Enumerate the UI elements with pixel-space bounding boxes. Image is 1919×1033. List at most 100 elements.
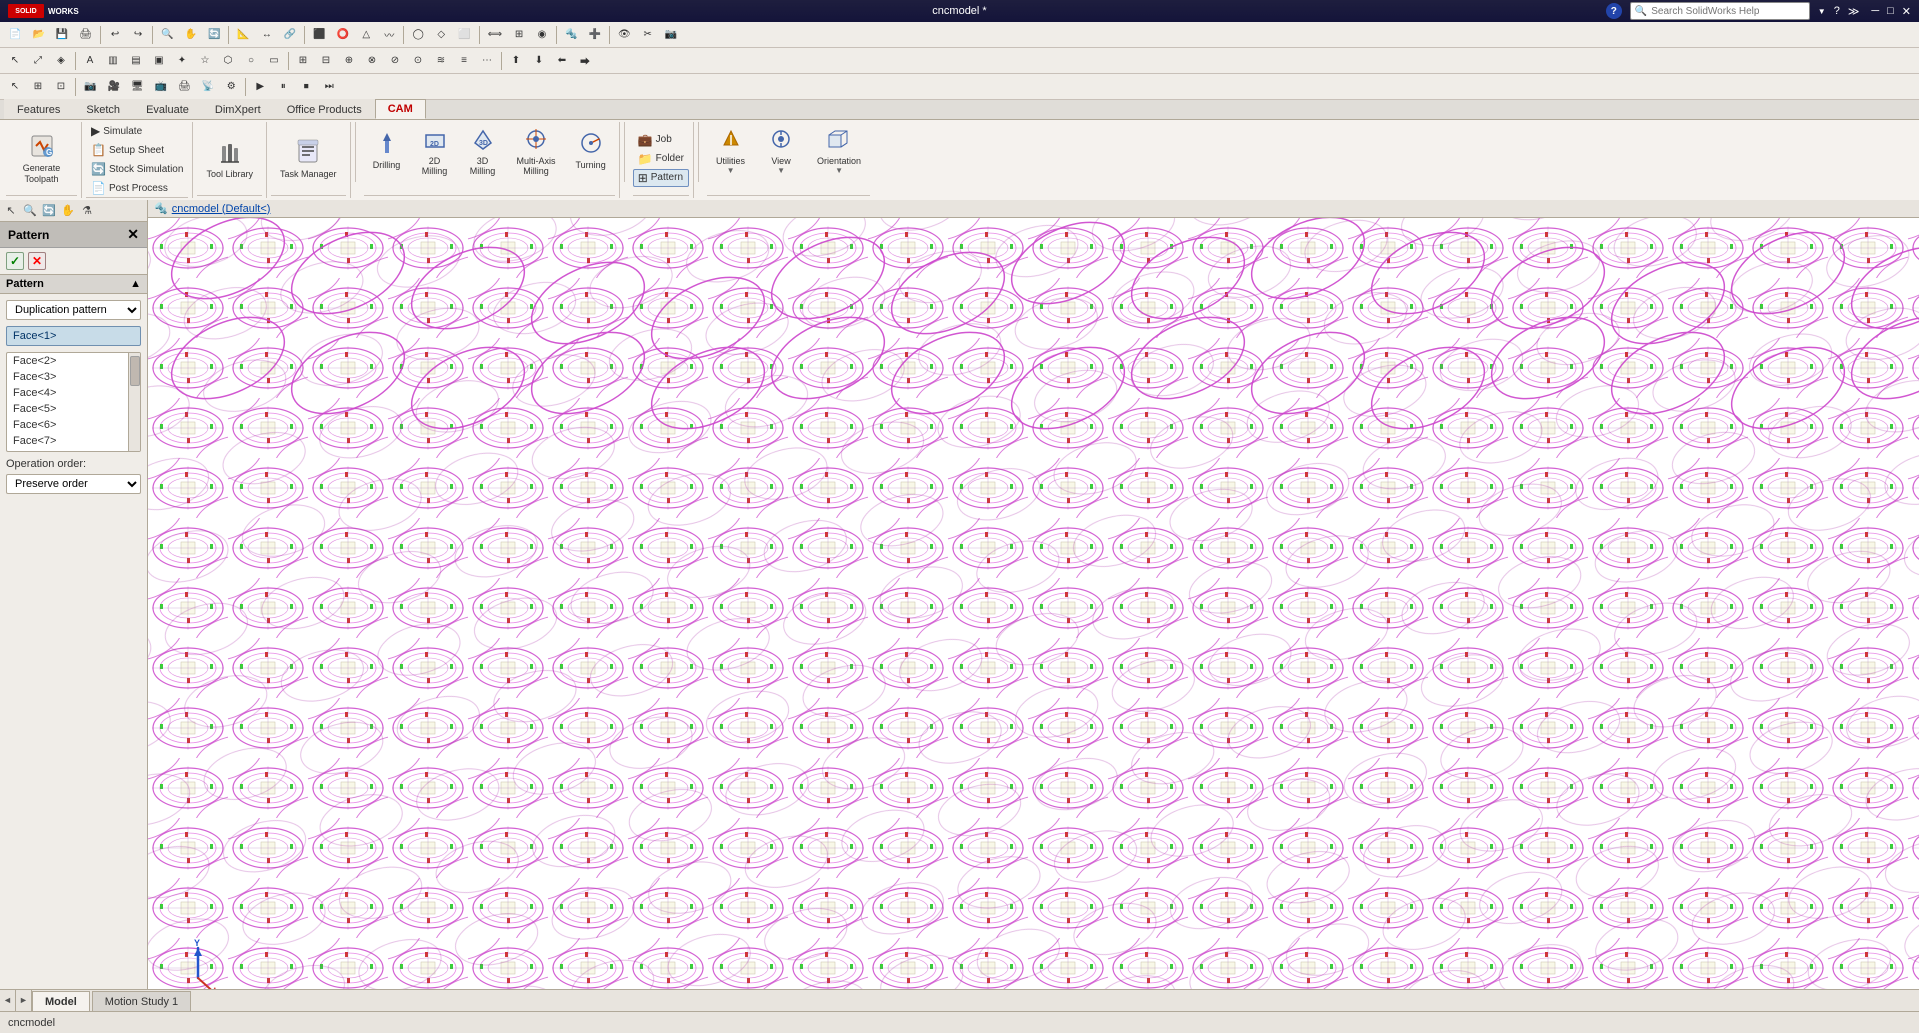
r2-btn3[interactable]: ▤ [125,50,147,72]
open-btn[interactable]: 📂 [27,24,49,46]
view3d-btn[interactable]: ◈ [50,50,72,72]
pan-btn[interactable]: ✋ [180,24,202,46]
face-list-item-6[interactable]: Face<6> [7,417,128,433]
operation-order-dropdown[interactable]: Preserve order Optimize order [6,474,141,494]
r2-btn18[interactable]: ⋯ [476,50,498,72]
r3-btn8[interactable]: 🖨 [173,76,196,98]
simulate-btn[interactable]: ▶ Simulate [86,122,188,140]
milling-3d-btn[interactable]: 3D 3DMilling [460,122,506,179]
circular-pattern-btn[interactable]: ◉ [531,24,553,46]
viewport-canvas[interactable]: Y X [148,218,1919,1011]
new-btn[interactable]: 📄 [4,24,26,46]
face-list-scrollbar[interactable] [128,353,140,451]
r2-btn8[interactable]: ○ [240,50,262,72]
r2-btn2[interactable]: ▥ [102,50,124,72]
rotate-btn[interactable]: 🔄 [203,24,225,46]
print-btn[interactable]: 🖨 [74,24,97,46]
cancel-btn[interactable]: ✕ [28,252,46,270]
r3-btn11[interactable]: ▶ [249,76,271,98]
pattern-btn[interactable]: ⊞ Pattern [633,169,689,187]
face-list-item-3[interactable]: Face<3> [7,369,128,385]
scroll-left-arrow[interactable]: ◄ [0,989,16,1011]
r2-btn12[interactable]: ⊕ [338,50,360,72]
r2-btn19[interactable]: ⬆ [505,50,527,72]
cam-tree-path[interactable]: cncmodel (Default<) [172,203,271,215]
r2-btn15[interactable]: ⊙ [407,50,429,72]
smart-dim-btn[interactable]: ↔ [256,24,278,46]
tab-motion-study[interactable]: Motion Study 1 [92,991,191,1011]
panel-rotate-btn[interactable]: 🔄 [40,202,58,220]
zoom-fit-btn[interactable]: ⤢ [27,50,49,72]
extrude-btn[interactable]: ⬛ [308,24,330,46]
shell-btn[interactable]: ⬜ [453,24,475,46]
tab-evaluate[interactable]: Evaluate [133,99,202,119]
r2-btn1[interactable]: A [79,50,101,72]
utilities-btn[interactable]: Utilities ▼ [707,122,754,178]
r2-btn14[interactable]: ⊘ [384,50,406,72]
scrollbar-thumb[interactable] [130,356,140,386]
tab-office-products[interactable]: Office Products [274,99,375,119]
drilling-btn[interactable]: Drilling [364,122,410,176]
zoom-btn[interactable]: 🔍 [156,24,178,46]
r2-btn16[interactable]: ≋ [430,50,452,72]
minimize-btn[interactable]: ─ [1871,5,1879,17]
display-btn[interactable]: 👁 [613,24,636,46]
undo-btn[interactable]: ↩ [104,24,126,46]
r3-btn13[interactable]: ⏹ [295,76,317,98]
r2-btn9[interactable]: ▭ [263,50,285,72]
milling-2d-btn[interactable]: 2D 2DMilling [412,122,458,179]
assembly-btn[interactable]: 🔩 [560,24,582,46]
tab-model[interactable]: Model [32,991,90,1011]
ok-btn[interactable]: ✓ [6,252,24,270]
post-process-btn[interactable]: 📄 Post Process [86,179,188,197]
tab-features[interactable]: Features [4,99,73,119]
pattern-type-dropdown[interactable]: Duplication pattern Mirror Grid Circular [6,300,141,320]
search-dropdown-icon[interactable]: ▼ [1818,7,1826,16]
panel-pointer-btn[interactable]: ↖ [2,202,20,220]
search-input[interactable] [1651,6,1805,17]
insert-comp-btn[interactable]: ➕ [583,24,605,46]
question-icon[interactable]: ? [1834,5,1840,17]
loft-btn[interactable]: △ [355,24,377,46]
orientation-btn[interactable]: Orientation ▼ [808,122,870,178]
r3-btn14[interactable]: ⏭ [318,76,340,98]
turning-btn[interactable]: Turning [567,122,615,176]
mirror-btn[interactable]: ⟺ [483,24,507,46]
multi-axis-btn[interactable]: Multi-AxisMilling [508,122,565,179]
save-btn[interactable]: 💾 [51,24,73,46]
section-view-btn[interactable]: ✂ [637,24,659,46]
r3-btn10[interactable]: ⚙ [220,76,242,98]
tab-dimxpert[interactable]: DimXpert [202,99,274,119]
r3-btn5[interactable]: 🎥 [102,76,124,98]
r3-btn2[interactable]: ⊞ [27,76,49,98]
tool-library-btn[interactable]: Tool Library [197,132,262,186]
redo-btn[interactable]: ↪ [127,24,149,46]
r3-btn6[interactable]: 🖥 [126,76,149,98]
view-btn[interactable]: View ▼ [758,122,804,178]
r3-btn7[interactable]: 📺 [150,76,172,98]
r3-btn4[interactable]: 📷 [79,76,101,98]
r3-btn1[interactable]: ↖ [4,76,26,98]
r2-btn4[interactable]: ▣ [148,50,170,72]
face-list-item-4[interactable]: Face<4> [7,385,128,401]
r3-btn12[interactable]: ⏸ [272,76,294,98]
r2-btn20[interactable]: ⬇ [528,50,550,72]
face-list-item-5[interactable]: Face<5> [7,401,128,417]
panel-filter-btn[interactable]: ⚗ [78,202,96,220]
select-btn[interactable]: ↖ [4,50,26,72]
r2-btn13[interactable]: ⊗ [361,50,383,72]
r2-btn5[interactable]: ✦ [171,50,193,72]
sketch-btn[interactable]: 📐 [232,24,254,46]
linear-pattern-btn[interactable]: ⊞ [508,24,530,46]
face-list-item-7[interactable]: Face<7> [7,433,128,449]
active-face-input[interactable]: Face<1> [6,326,141,346]
face-list-item-8[interactable]: Face<8> [7,449,128,451]
face-list-item-2[interactable]: Face<2> [7,353,128,369]
r2-btn17[interactable]: ≡ [453,50,475,72]
sweep-btn[interactable]: 〰 [378,24,400,46]
r2-btn6[interactable]: ☆ [194,50,216,72]
folder-btn[interactable]: 📁 Folder [633,150,689,168]
r2-btn22[interactable]: ⮕ [574,50,596,72]
tab-sketch[interactable]: Sketch [73,99,133,119]
fillet-btn[interactable]: ◯ [407,24,429,46]
